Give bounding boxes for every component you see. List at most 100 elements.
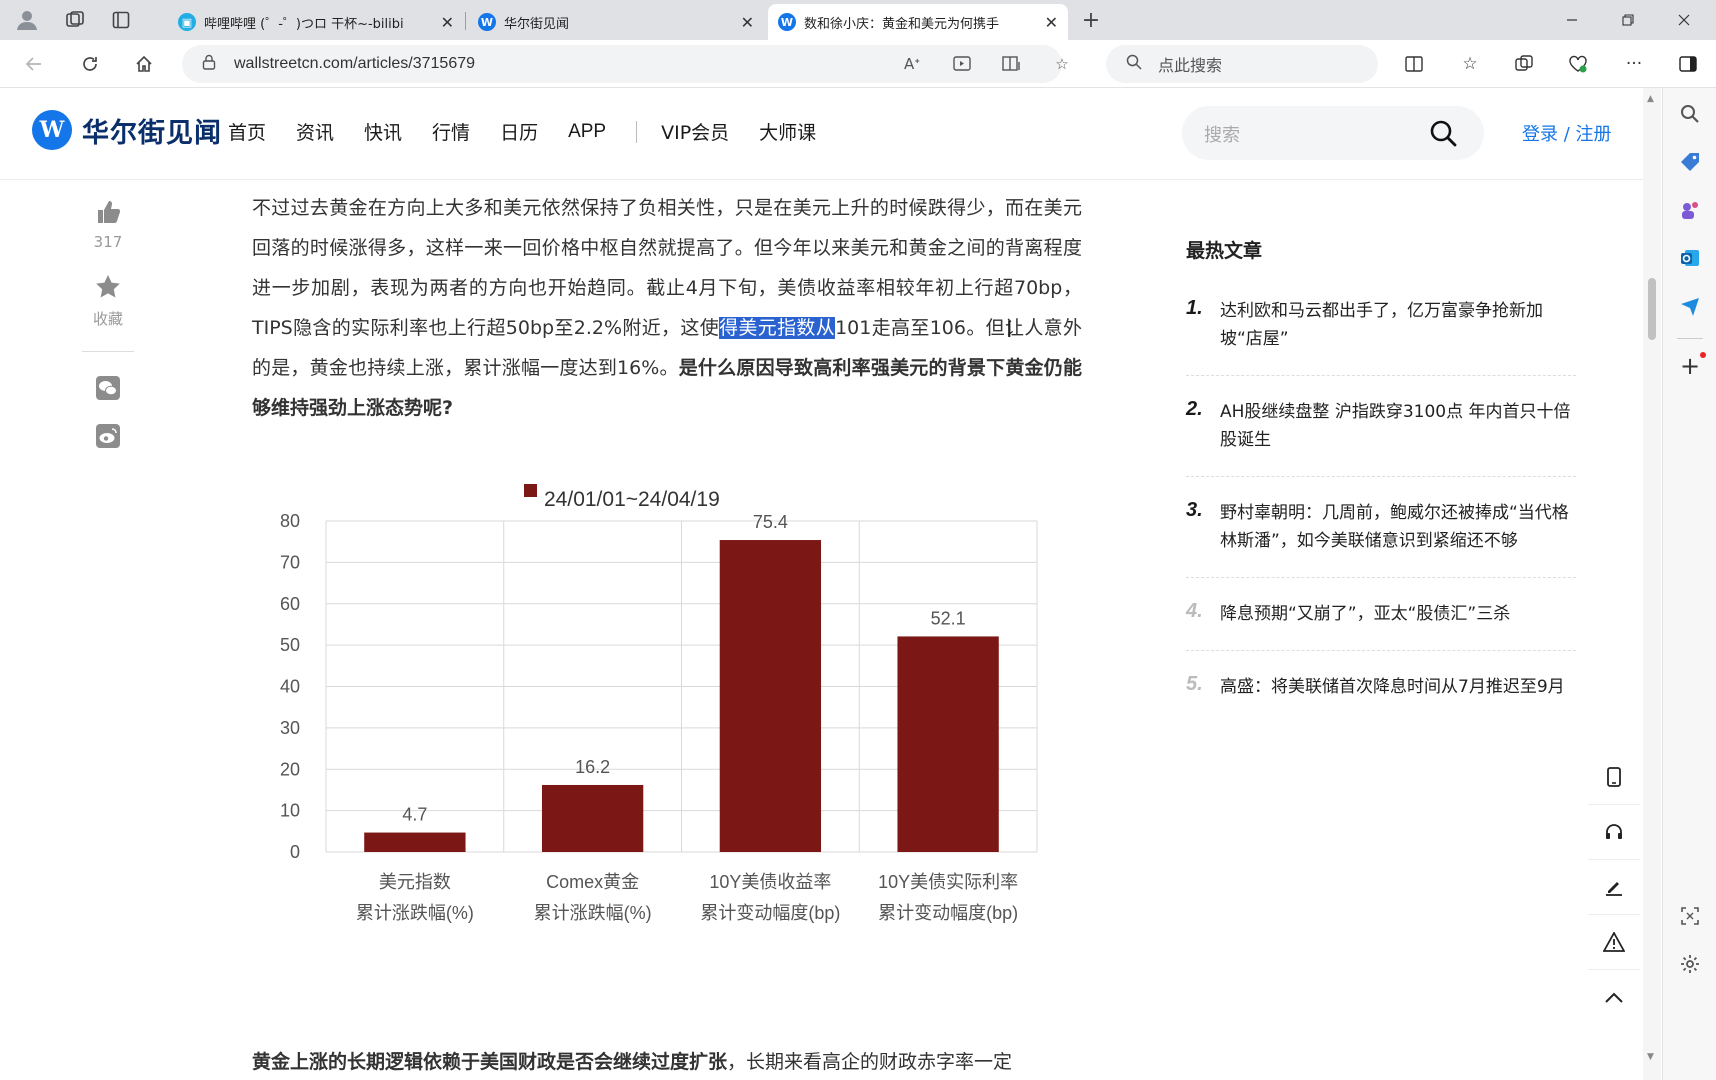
minimize-button[interactable]	[1544, 0, 1600, 40]
outlook-icon[interactable]	[1674, 242, 1706, 274]
hot-articles-panel: 最热文章 1. 达利欧和马云都出手了，亿万富豪争抢新加坡“店屋” 2. AH股继…	[1186, 236, 1576, 745]
home-button[interactable]	[126, 48, 162, 80]
hot-rank: 4.	[1186, 600, 1203, 622]
app-available-icon[interactable]	[948, 51, 976, 77]
nav-app[interactable]: APP	[568, 121, 606, 143]
nav-markets[interactable]: 行情	[432, 118, 470, 145]
headset-icon[interactable]	[1588, 805, 1640, 860]
favorite-button[interactable]: 收藏	[76, 273, 140, 329]
data-label: 16.2	[575, 757, 610, 777]
y-tick-label: 10	[280, 801, 300, 821]
search-icon[interactable]	[1428, 118, 1458, 148]
nav-home[interactable]: 首页	[228, 118, 266, 145]
nav-flash[interactable]: 快讯	[364, 118, 402, 145]
nav-masterclass[interactable]: 大师课	[759, 118, 816, 145]
browser-essentials-icon[interactable]	[1562, 49, 1594, 79]
logo-mark: W	[32, 110, 72, 150]
site-search-input[interactable]: 搜索	[1182, 106, 1484, 160]
tab-article-active[interactable]: W 数和徐小庆：黄金和美元为何携手 ✕	[768, 4, 1068, 40]
hot-article-link[interactable]: 降息预期“又崩了”，亚太“股债汇”三杀	[1220, 600, 1510, 628]
site-logo[interactable]: W 华尔街见闻	[32, 110, 222, 150]
hot-article-link[interactable]: 野村辜朝明：几周前，鲍威尔还被捧成“当代格林斯潘”，如今美联储意识到紧缩还不够	[1220, 499, 1576, 555]
scroll-down-arrow-icon[interactable]: ▼	[1647, 1052, 1654, 1062]
edit-icon[interactable]	[1588, 860, 1640, 915]
nav-calendar[interactable]: 日历	[500, 118, 538, 145]
weibo-share-button[interactable]	[76, 422, 140, 454]
back-to-top-icon[interactable]	[1588, 970, 1640, 1025]
wechat-share-button[interactable]	[76, 374, 140, 406]
main-nav: 首页 资讯 快讯 行情 日历 APP VIP会员 大师课	[228, 118, 846, 145]
more-menu-icon[interactable]: ···	[1618, 49, 1650, 79]
bar	[897, 636, 999, 852]
selected-text[interactable]: 得美元指数从	[719, 317, 836, 339]
y-tick-label: 40	[280, 677, 300, 697]
tab-wallstreetcn[interactable]: W 华尔街见闻 ✕	[468, 4, 764, 40]
settings-gear-icon[interactable]	[1674, 948, 1706, 980]
star-icon	[96, 275, 120, 298]
favorites-icon[interactable]: ☆	[1454, 49, 1486, 79]
x-category-sublabel: 累计变动幅度(bp)	[700, 903, 840, 923]
close-window-button[interactable]	[1656, 0, 1712, 40]
add-sidebar-app-icon[interactable]: +	[1674, 350, 1706, 382]
y-tick-label: 30	[280, 718, 300, 738]
profile-icon[interactable]	[12, 6, 42, 34]
browser-search-placeholder: 点此搜索	[1158, 56, 1223, 75]
immersive-reader-icon[interactable]	[998, 51, 1026, 77]
split-screen-icon[interactable]	[1398, 49, 1430, 79]
bar	[719, 540, 822, 852]
read-aloud-icon[interactable]: Aᐩ	[898, 51, 926, 77]
hot-articles-title: 最热文章	[1186, 240, 1263, 262]
y-tick-label: 70	[280, 552, 300, 572]
send-tool-icon[interactable]	[1674, 290, 1706, 322]
x-category-label: 10Y美债收益率	[709, 872, 831, 892]
hot-article-item[interactable]: 5. 高盛：将美联储首次降息时间从7月推迟至9月	[1186, 673, 1576, 723]
games-icon[interactable]	[1674, 194, 1706, 226]
hot-article-item[interactable]: 3. 野村辜朝明：几周前，鲍威尔还被捧成“当代格林斯潘”，如今美联储意识到紧缩还…	[1186, 499, 1576, 578]
collections-icon[interactable]	[1508, 49, 1540, 79]
hot-rank: 2.	[1186, 398, 1203, 420]
shopping-tag-icon[interactable]	[1674, 146, 1706, 178]
hot-article-item[interactable]: 1. 达利欧和马云都出手了，亿万富豪争抢新加坡“店屋”	[1186, 297, 1576, 376]
data-label: 4.7	[402, 805, 427, 825]
refresh-button[interactable]	[72, 48, 108, 80]
new-tab-button[interactable]: +	[1076, 6, 1106, 34]
hot-article-link[interactable]: 达利欧和马云都出手了，亿万富豪争抢新加坡“店屋”	[1220, 297, 1576, 353]
article-paragraph: 不过过去黄金在方向上大多和美元依然保持了负相关性，只是在美元上升的时候跌得少，而…	[252, 197, 1083, 419]
hot-article-link[interactable]: AH股继续盘整 沪指跌穿3100点 年内首只十倍股诞生	[1220, 398, 1576, 454]
close-icon[interactable]: ✕	[441, 13, 454, 32]
hot-rank: 1.	[1186, 297, 1203, 319]
restore-button[interactable]	[1600, 0, 1656, 40]
x-category-label: 10Y美债实际利率	[878, 872, 1018, 892]
bilibili-icon: ▣	[178, 13, 196, 31]
close-icon[interactable]: ✕	[1045, 13, 1058, 32]
hot-article-link[interactable]: 高盛：将美联储首次降息时间从7月推迟至9月	[1220, 673, 1565, 701]
tab-actions-icon[interactable]	[106, 6, 136, 34]
lock-icon[interactable]	[202, 54, 216, 74]
mobile-icon[interactable]	[1588, 750, 1640, 805]
back-button[interactable]	[16, 48, 52, 80]
hot-article-item[interactable]: 4. 降息预期“又崩了”，亚太“股债汇”三杀	[1186, 600, 1576, 651]
report-warning-icon[interactable]	[1588, 915, 1640, 970]
screenshot-icon[interactable]	[1674, 900, 1706, 932]
close-icon[interactable]: ✕	[741, 13, 754, 32]
favorite-star-icon[interactable]: ☆	[1048, 51, 1076, 77]
scrollbar-thumb[interactable]	[1648, 278, 1656, 340]
nav-vip[interactable]: VIP会员	[661, 118, 729, 145]
nav-news[interactable]: 资讯	[296, 118, 334, 145]
url-bar[interactable]: wallstreetcn.com/articles/3715679 Aᐩ ☆	[182, 45, 1069, 83]
workspaces-icon[interactable]	[60, 6, 90, 34]
url-text[interactable]: wallstreetcn.com/articles/3715679	[234, 55, 475, 73]
sidebar-toggle-icon[interactable]	[1672, 49, 1704, 79]
browser-search-box[interactable]: 点此搜索	[1106, 45, 1378, 83]
hot-article-item[interactable]: 2. AH股继续盘整 沪指跌穿3100点 年内首只十倍股诞生	[1186, 398, 1576, 477]
scroll-up-arrow-icon[interactable]: ▲	[1647, 94, 1654, 104]
hot-rank: 5.	[1186, 673, 1203, 695]
sidebar-search-icon[interactable]	[1674, 98, 1706, 130]
like-button[interactable]: 317	[76, 198, 140, 251]
nav-divider	[636, 120, 638, 143]
browser-tabstrip: ▣ 哔哩哔哩 (゜-゜)つロ 干杯~-bilibi ✕ W 华尔街见闻 ✕ W …	[0, 0, 1716, 40]
page-scrollbar[interactable]: ▲ ▼	[1643, 88, 1661, 1080]
site-search-placeholder: 搜索	[1204, 125, 1240, 146]
login-register-link[interactable]: 登录 / 注册	[1522, 120, 1612, 146]
tab-bilibili[interactable]: ▣ 哔哩哔哩 (゜-゜)つロ 干杯~-bilibi ✕	[168, 4, 464, 40]
